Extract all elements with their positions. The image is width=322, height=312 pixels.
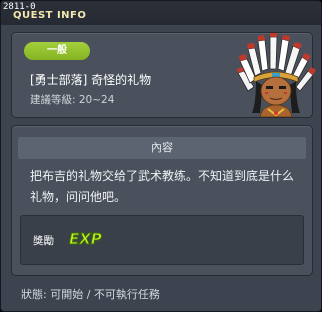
- quest-description: 把布吉的礼物交给了武术教练。不知道到底是什么礼物，问问他吧。: [30, 169, 295, 204]
- window-title: QUEST INFO: [13, 10, 87, 21]
- title-bar[interactable]: 2811-0 QUEST INFO: [1, 1, 321, 25]
- quest-name: [勇士部落] 奇怪的礼物: [30, 73, 152, 87]
- quest-status: 狀態: 可開始 / 不可執行任務: [21, 288, 160, 301]
- content-section-header: 內容: [18, 137, 306, 159]
- reward-label: 獎勵: [33, 235, 54, 247]
- exp-icon-text: EXP: [69, 230, 102, 248]
- recommended-level: 建議等級: 20~24: [30, 94, 115, 106]
- quest-content-panel: 內容 把布吉的礼物交给了武术教练。不知道到底是什么礼物，问问他吧。 獎勵 EXP: [11, 125, 313, 276]
- quest-info-window: 2811-0 QUEST INFO 一般 [勇士部落] 奇怪的礼物 建議等級: …: [0, 0, 322, 312]
- reward-box: 獎勵 EXP: [20, 215, 304, 265]
- category-badge: 一般: [24, 42, 90, 60]
- native-chief-portrait-icon: [237, 33, 316, 117]
- quest-header-panel: 一般 [勇士部落] 奇怪的礼物 建議等級: 20~24: [11, 32, 316, 118]
- exp-icon: EXP: [69, 230, 103, 249]
